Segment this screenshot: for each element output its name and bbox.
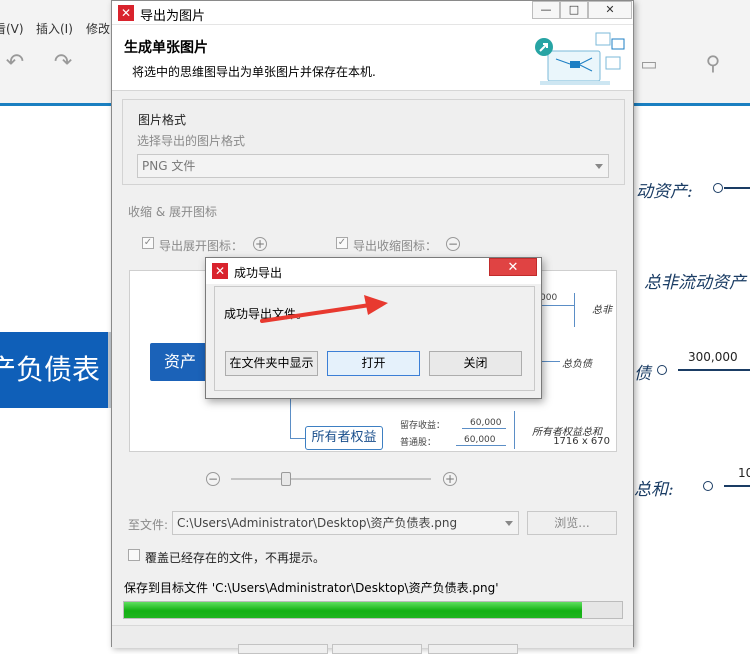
collapse-toggle-icon[interactable] [703,481,713,491]
status-text: 保存到目标文件 'C:\Users\Administrator\Desktop\… [124,581,499,595]
save-to-label: 至文件: [128,518,169,532]
header-title: 生成单张图片 [124,40,208,56]
preview-connector [290,396,291,438]
chevron-down-icon [595,164,603,169]
maximize-button[interactable]: □ [560,1,588,19]
menu-view[interactable]: 看(V) [0,20,24,37]
topic-current-assets[interactable]: 动资产: [636,177,693,202]
chevron-down-icon [505,521,513,526]
expand-plus-icon: + [253,237,267,251]
connector-line [678,369,750,371]
central-topic-node[interactable]: 产负债表 [0,332,112,408]
zoom-slider-track[interactable] [231,478,431,480]
preview-common-value: 60,000 [464,435,496,445]
export-collapse-label: 导出收缩图标： [353,239,438,253]
file-path-input[interactable]: C:\Users\Administrator\Desktop\资产负债表.png [172,511,519,535]
export-illustration-icon [535,32,625,85]
topic-total[interactable]: 总和: [634,475,674,500]
bottom-button[interactable] [428,644,518,654]
overwrite-label: 覆盖已经存在的文件，不再提示。 [145,551,326,565]
preview-common-label: 普通股： [400,438,437,448]
xmind-logo-icon: ✕ [212,263,228,279]
menu-modify[interactable]: 修改 [86,20,110,37]
close-modal-button[interactable]: 关闭 [429,351,522,376]
zoom-in-icon[interactable]: + [443,472,457,486]
format-group-label: 图片格式 [138,113,187,127]
preview-root-node: 资产 [150,343,210,381]
modal-close-icon[interactable]: ✕ [489,258,537,276]
dialog-button-strip [112,625,633,654]
redo-icon[interactable]: ↷ [50,50,76,76]
xmind-logo-icon: ✕ [118,5,134,21]
browse-button[interactable]: 浏览... [527,511,617,535]
value-300000: 300,000 [688,350,738,364]
dialog-header: 生成单张图片 将选中的思维图导出为单张图片并保存在本机. [112,25,633,91]
annotation-arrow-icon [260,295,388,323]
collapse-toggle-icon[interactable] [713,183,723,193]
preview-dimensions: 1716 x 670 [553,436,610,447]
central-topic-label: 产负债表 [0,353,101,386]
export-expand-label: 导出展开图标： [159,239,244,253]
format-prompt: 选择导出的图片格式 [137,134,246,148]
preview-retained-value: 60,000 [470,418,502,428]
preview-retained-label: 留存收益： [400,421,446,431]
preview-line [462,428,506,429]
overwrite-checkbox[interactable] [128,549,140,561]
export-collapse-checkbox[interactable]: ✓ [336,237,348,249]
preview-owner-node: 所有者权益 [305,426,383,450]
value-10: 10 [738,466,750,480]
preview-bracket [514,411,515,449]
minimize-button[interactable]: — [532,1,560,19]
file-path-value: C:\Users\Administrator\Desktop\资产负债表.png [177,516,458,530]
bottom-button[interactable] [238,644,328,654]
preview-top-value: 000 [540,293,558,303]
progress-fill [124,602,583,618]
collapse-toggle-icon[interactable] [657,365,667,375]
collapse-minus-icon: − [446,237,460,251]
preview-noncurrent-label: 总非 [592,305,612,316]
search-icon[interactable]: ⚲ [700,50,726,76]
format-group: 图片格式 选择导出的图片格式 PNG 文件 [122,99,625,185]
preview-line [456,445,506,446]
connector-line [724,187,750,189]
format-select-value: PNG 文件 [142,159,196,173]
dialog-title: 导出为图片 [140,9,206,24]
preview-line [540,305,574,306]
undo-icon[interactable]: ↶ [2,50,28,76]
topic-total-noncurrent[interactable]: 总非流动资产 [644,268,746,293]
connector-line [724,485,750,487]
topic-debt[interactable]: 债 [634,359,651,384]
zoom-out-icon[interactable]: − [206,472,220,486]
zoom-slider-thumb[interactable] [281,472,291,486]
show-in-folder-button[interactable]: 在文件夹中显示 [225,351,318,376]
export-expand-checkbox[interactable]: ✓ [142,237,154,249]
open-button[interactable]: 打开 [327,351,420,376]
icons-section-label: 收缩 & 展开图标 [128,205,217,219]
bottom-button[interactable] [332,644,422,654]
header-description: 将选中的思维图导出为单张图片并保存在本机. [132,65,376,79]
preview-line [540,361,560,362]
dialog-title-bar[interactable]: ✕ 导出为图片 — □ ✕ [112,1,633,25]
close-button[interactable]: ✕ [588,1,632,19]
preview-connector [290,438,305,439]
menu-insert[interactable]: 插入(I) [36,20,73,37]
preview-debt-label: 总负债 [562,359,592,370]
format-select[interactable]: PNG 文件 [137,154,609,178]
export-icon[interactable]: ▭ [636,52,662,78]
export-progress-bar [123,601,623,619]
preview-bracket [574,293,575,327]
